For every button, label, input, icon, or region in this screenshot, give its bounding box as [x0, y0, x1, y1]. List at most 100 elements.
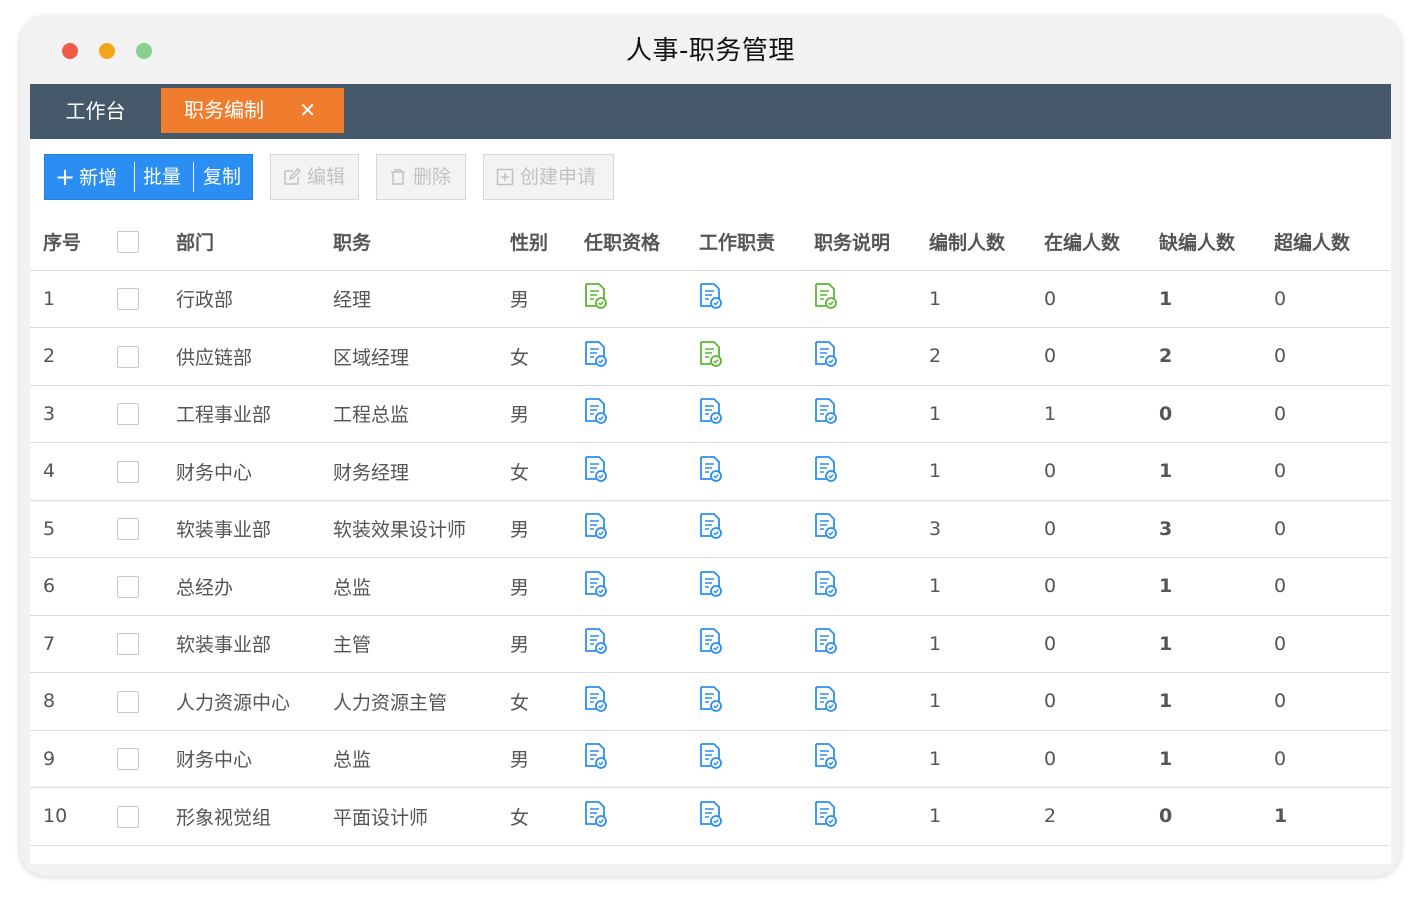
- table-row[interactable]: 1 行政部 经理男 1 0 1 0: [30, 270, 1390, 328]
- cell-over: 0: [1274, 615, 1390, 673]
- col-header-actual: 在编人数: [1044, 214, 1159, 271]
- cell-select: [117, 385, 176, 443]
- cell-duty: [699, 270, 814, 328]
- row-checkbox[interactable]: [117, 403, 139, 425]
- cell-dept: 软装事业部: [176, 615, 333, 673]
- table-row[interactable]: 8 人力资源中心 人力资源主管女 1 0 1 0: [30, 672, 1390, 731]
- document-icon[interactable]: [699, 628, 723, 655]
- select-all-checkbox[interactable]: [117, 231, 139, 253]
- cell-qualification: [584, 557, 699, 616]
- col-header-post: 职务: [333, 214, 510, 271]
- row-checkbox[interactable]: [117, 690, 139, 713]
- document-icon[interactable]: [814, 398, 838, 425]
- document-icon[interactable]: [699, 340, 723, 367]
- table-body: 1 行政部 经理男 1 0 1 0 2 供应链部 区域经理女 2 0 2 0 3 工程事业部 工程总监男 1 1 0 0…: [30, 270, 1390, 846]
- document-icon[interactable]: [814, 455, 838, 482]
- table-row[interactable]: 4 财务中心 财务经理女 1 0 1 0: [30, 442, 1390, 501]
- document-icon[interactable]: [584, 628, 608, 655]
- delete-button[interactable]: 删除: [376, 154, 466, 200]
- tab-post-quota-label: 职务编制: [184, 98, 264, 122]
- table-row[interactable]: 5 软装事业部 软装效果设计师男 3 0 3 0: [30, 500, 1390, 558]
- document-icon[interactable]: [584, 340, 608, 367]
- document-icon[interactable]: [699, 513, 723, 540]
- document-icon[interactable]: [584, 398, 608, 425]
- document-icon[interactable]: [814, 800, 838, 827]
- cell-post: 平面设计师: [333, 787, 510, 846]
- cell-select: [117, 615, 176, 673]
- cell-lack: 1: [1159, 672, 1274, 731]
- cell-quota: 1: [929, 442, 1044, 501]
- divider: [134, 162, 135, 192]
- document-icon[interactable]: [699, 743, 723, 770]
- cell-qualification: [584, 615, 699, 673]
- cell-qualification: [584, 385, 699, 443]
- cell-gender: 女: [510, 672, 584, 731]
- row-checkbox[interactable]: [117, 518, 139, 540]
- document-icon[interactable]: [584, 800, 608, 827]
- cell-select: [117, 730, 176, 788]
- table-row[interactable]: 3 工程事业部 工程总监男 1 1 0 0: [30, 385, 1390, 443]
- row-checkbox[interactable]: [117, 345, 139, 368]
- row-checkbox[interactable]: [117, 748, 139, 770]
- cell-qualification: [584, 327, 699, 386]
- row-checkbox[interactable]: [117, 460, 139, 483]
- row-checkbox[interactable]: [117, 805, 139, 828]
- col-header-gender: 性别: [510, 214, 584, 271]
- row-checkbox[interactable]: [117, 288, 139, 310]
- document-icon[interactable]: [699, 570, 723, 597]
- document-icon[interactable]: [814, 283, 838, 310]
- table-row[interactable]: 10 形象视觉组 平面设计师女 1 2 0 1: [30, 787, 1390, 846]
- close-icon[interactable]: ✕: [299, 88, 316, 133]
- document-icon[interactable]: [699, 398, 723, 425]
- add-button-label: 新增: [79, 167, 118, 189]
- edit-button[interactable]: 编辑: [270, 154, 359, 200]
- cell-duty: [699, 557, 814, 616]
- document-icon[interactable]: [584, 283, 608, 310]
- document-icon[interactable]: [584, 455, 608, 482]
- cell-gender: 女: [510, 787, 584, 846]
- cell-over: 0: [1274, 500, 1390, 558]
- document-icon[interactable]: [814, 743, 838, 770]
- cell-quota: 3: [929, 500, 1044, 558]
- add-button[interactable]: + 新增: [55, 155, 117, 199]
- document-icon[interactable]: [699, 455, 723, 482]
- cell-duty: [699, 787, 814, 846]
- document-icon[interactable]: [584, 685, 608, 712]
- cell-quota: 1: [929, 672, 1044, 731]
- document-icon[interactable]: [814, 570, 838, 597]
- document-icon[interactable]: [699, 685, 723, 712]
- cell-actual: 0: [1044, 557, 1159, 616]
- tab-workbench[interactable]: 工作台: [30, 84, 161, 139]
- col-header-no: 序号: [30, 214, 117, 271]
- table-row[interactable]: 9 财务中心 总监男 1 0 1 0: [30, 730, 1390, 788]
- tab-post-quota[interactable]: 职务编制 ✕: [161, 88, 344, 133]
- document-icon[interactable]: [814, 685, 838, 712]
- batch-button[interactable]: 批量: [143, 155, 181, 199]
- create-request-button[interactable]: 创建申请: [483, 154, 614, 200]
- document-icon[interactable]: [584, 513, 608, 540]
- document-icon[interactable]: [814, 340, 838, 367]
- cell-no: 8: [30, 672, 117, 731]
- document-icon[interactable]: [584, 743, 608, 770]
- document-icon[interactable]: [699, 283, 723, 310]
- table-row[interactable]: 7 软装事业部 主管男 1 0 1 0: [30, 615, 1390, 673]
- cell-no: 9: [30, 730, 117, 788]
- document-icon[interactable]: [814, 628, 838, 655]
- document-icon[interactable]: [814, 513, 838, 540]
- cell-lack: 1: [1159, 730, 1274, 788]
- delete-button-label: 删除: [413, 166, 452, 188]
- copy-button[interactable]: 复制: [203, 155, 241, 199]
- document-icon[interactable]: [584, 570, 608, 597]
- edit-icon: [284, 168, 301, 185]
- cell-gender: 男: [510, 730, 584, 788]
- row-checkbox[interactable]: [117, 633, 139, 655]
- cell-duty: [699, 615, 814, 673]
- cell-quota: 1: [929, 557, 1044, 616]
- cell-description: [814, 672, 929, 731]
- cell-dept: 人力资源中心: [176, 672, 333, 731]
- row-checkbox[interactable]: [117, 575, 139, 598]
- cell-post: 人力资源主管: [333, 672, 510, 731]
- table-row[interactable]: 6 总经办 总监男 1 0 1 0: [30, 557, 1390, 616]
- table-row[interactable]: 2 供应链部 区域经理女 2 0 2 0: [30, 327, 1390, 386]
- document-icon[interactable]: [699, 800, 723, 827]
